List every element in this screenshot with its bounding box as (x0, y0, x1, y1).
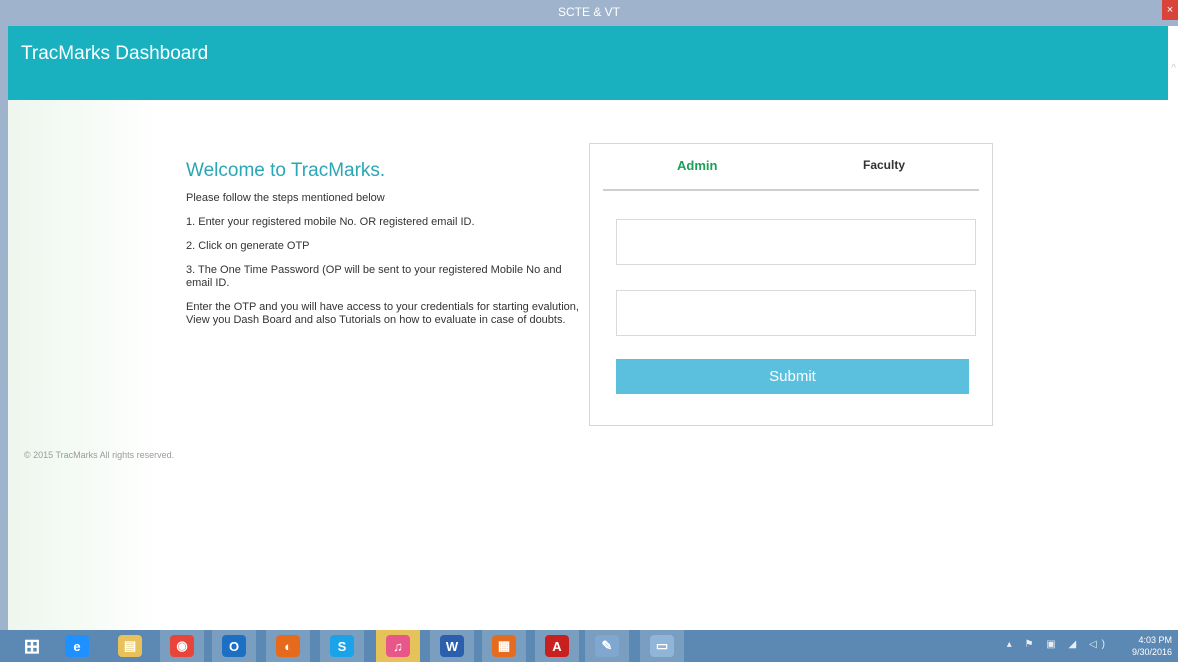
taskbar-app-outlook[interactable]: O (212, 630, 256, 662)
chrome-icon: ◉ (170, 635, 194, 657)
taskbar-app-file-explorer[interactable]: ▤ (108, 630, 152, 662)
welcome-title: Welcome to TracMarks. (186, 160, 386, 181)
taskbar-app-office[interactable]: ▦ (482, 630, 526, 662)
taskbar-app-paint[interactable]: ✎ (585, 630, 629, 662)
clock-time: 4:03 PM (1138, 635, 1172, 645)
acrobat-icon: A (545, 635, 569, 657)
office-icon: ▦ (492, 635, 516, 657)
instructions-intro: Please follow the steps mentioned below (186, 192, 385, 204)
clock-date: 9/30/2016 (1131, 647, 1172, 657)
windows-start-icon: ⊞ (23, 635, 41, 658)
mobile-or-email-input[interactable] (616, 219, 976, 265)
system-tray-icons[interactable]: ▴ ⚑ ▣ ◢ ◁) (1007, 639, 1110, 650)
taskbar: ⊞ e ▤ ◉ O ◐ S ♫ W ▦ A ✎ ▭ ▴ ⚑ ▣ ◢ ◁) 4:03 PM 9/30/20… (0, 630, 1178, 662)
tab-faculty[interactable]: Faculty (863, 158, 905, 172)
instructions-step-2: 2. Click on generate OTP (186, 240, 310, 252)
clock[interactable]: 4:03 PM 9/30/2016 (1132, 634, 1172, 658)
window-title: SCTE & VT (557, 5, 620, 19)
window-titlebar: SCTE & VT × (0, 0, 1178, 26)
app-header: TracMarks Dashboard (8, 26, 1168, 100)
login-tabs: Admin Faculty (603, 144, 979, 191)
itunes-icon: ♫ (386, 635, 410, 657)
tab-admin[interactable]: Admin (677, 158, 717, 173)
instructions-step-1: 1. Enter your registered mobile No. OR r… (186, 216, 475, 228)
instructions: Please follow the steps mentioned below … (186, 192, 586, 338)
file-explorer-icon: ▤ (118, 635, 142, 657)
taskbar-app-internet-explorer[interactable]: e (55, 630, 99, 662)
firefox-icon: ◐ (276, 635, 300, 657)
taskbar-app-word[interactable]: W (430, 630, 474, 662)
instructions-note: Enter the OTP and you will have access t… (186, 301, 579, 326)
taskbar-app-chrome[interactable]: ◉ (160, 630, 204, 662)
main-content: Welcome to TracMarks. Please follow the … (8, 100, 1168, 630)
taskbar-app-windows-start[interactable]: ⊞ (10, 630, 54, 662)
skype-icon: S (330, 635, 354, 657)
submit-button[interactable]: Submit (616, 359, 969, 394)
outlook-icon: O (222, 635, 246, 657)
brand-title: TracMarks Dashboard (21, 43, 209, 64)
scroll-caret-icon: ^ (1171, 63, 1176, 74)
close-icon[interactable]: × (1162, 0, 1178, 20)
scrollbar-track[interactable]: ^ (1168, 26, 1178, 630)
taskbar-app-acrobat[interactable]: A (535, 630, 579, 662)
taskbar-app-skype[interactable]: S (320, 630, 364, 662)
paint-icon: ✎ (595, 635, 619, 657)
taskbar-app-notepad[interactable]: ▭ (640, 630, 684, 662)
notepad-icon: ▭ (650, 635, 674, 657)
word-icon: W (440, 635, 464, 657)
internet-explorer-icon: e (65, 635, 89, 657)
window-border (0, 26, 8, 630)
copyright-text: © 2015 TracMarks All rights reserved. (24, 450, 175, 460)
otp-input[interactable] (616, 290, 976, 336)
taskbar-app-itunes[interactable]: ♫ (376, 630, 420, 662)
instructions-step-3: 3. The One Time Password (OP will be sen… (186, 264, 562, 289)
taskbar-app-firefox[interactable]: ◐ (266, 630, 310, 662)
login-panel: Admin Faculty Submit (589, 143, 993, 426)
